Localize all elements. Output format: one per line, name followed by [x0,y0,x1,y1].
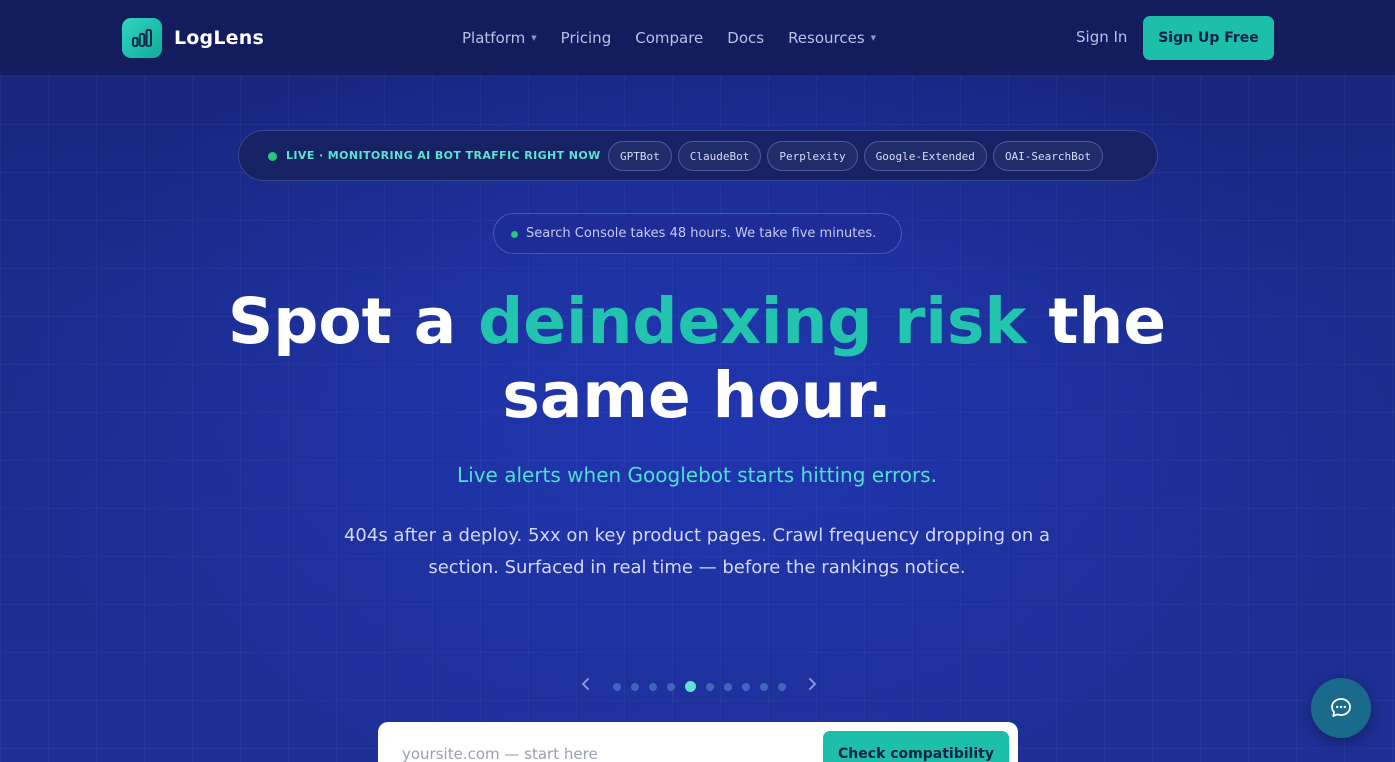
tagline-text: Search Console takes 48 hours. We take f… [526,226,877,241]
site-check-form: Check compatibility [378,722,1018,762]
carousel-nav [580,676,820,696]
sign-in-link[interactable]: Sign In [1076,28,1127,46]
nav-item-label: Docs [727,29,765,47]
hero-description: 404s after a deploy. 5xx on key product … [343,525,1051,578]
chat-bubble-icon [1331,698,1351,717]
nav-item-label: Platform [462,29,526,47]
carousel-dots [613,681,796,692]
main-menu: Platform ▼ Pricing Compare Docs Resource… [462,26,900,50]
live-monitoring-bar: LIVE · MONITORING AI BOT TRAFFIC RIGHT N… [238,130,1158,181]
bot-chip: ClaudeBot [677,141,762,171]
nav-item-resources[interactable]: Resources ▼ [788,29,876,47]
sign-up-button[interactable]: Sign Up Free [1143,16,1274,60]
chevron-left-icon[interactable] [580,676,592,696]
live-status-dot [268,152,277,161]
carousel-dot[interactable] [613,683,621,691]
carousel-dot[interactable] [706,683,714,691]
hero-headline: Spot a deindexing risk the same hour. [197,285,1197,433]
nav-item-label: Pricing [560,29,612,47]
live-status-text: LIVE · MONITORING AI BOT TRAFFIC RIGHT N… [286,149,601,162]
bot-chip: Google-Extended [863,141,987,171]
hero-subheading: Live alerts when Googlebot starts hittin… [457,463,937,487]
carousel-dot[interactable] [742,683,750,691]
pill-status-dot [511,231,518,238]
carousel-dot[interactable] [760,683,768,691]
carousel-dot[interactable] [631,683,639,691]
tagline-pill: Search Console takes 48 hours. We take f… [493,213,902,254]
nav-item-platform[interactable]: Platform ▼ [462,29,537,47]
nav-item-pricing[interactable]: Pricing [561,29,612,47]
chevron-right-icon[interactable] [806,676,818,696]
chat-widget-button[interactable] [1311,678,1371,738]
bot-chip: GPTBot [608,141,672,171]
carousel-dot[interactable] [649,683,657,691]
bot-chip-list: GPTBot ClaudeBot Perplexity Google-Exten… [608,141,1109,171]
headline-start: Spot a [227,285,479,358]
top-nav: LogLens Platform ▼ Pricing Compare Docs … [0,0,1395,76]
bot-chip: Perplexity [767,141,858,171]
bar-chart-icon [122,18,162,58]
chevron-down-icon: ▼ [531,34,537,42]
nav-item-label: Compare [635,29,704,47]
site-url-input[interactable] [402,744,822,762]
carousel-dot-active[interactable] [685,681,696,692]
nav-item-compare[interactable]: Compare [635,29,703,47]
nav-item-docs[interactable]: Docs [727,29,764,47]
nav-item-label: Resources [788,29,865,47]
carousel-dot[interactable] [724,683,732,691]
brand-logo[interactable]: LogLens [122,18,264,58]
headline-accent: deindexing risk [478,285,1027,358]
carousel-dot[interactable] [667,683,675,691]
chevron-down-icon: ▼ [870,34,877,42]
carousel-dot[interactable] [778,683,786,691]
check-compatibility-button[interactable]: Check compatibility [823,731,1009,762]
brand-name: LogLens [174,27,264,49]
bot-chip: OAI-SearchBot [992,141,1104,171]
